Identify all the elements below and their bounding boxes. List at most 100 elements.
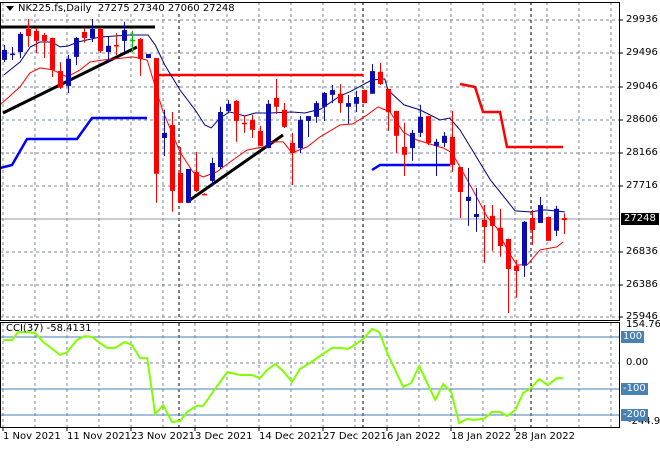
date-tick-label: 1 Nov 2021 [3,431,61,442]
candle [2,45,7,63]
candle [522,221,527,277]
candle [18,31,23,59]
candle-body [402,146,407,155]
candle [458,167,463,219]
candle-body [426,116,431,143]
price-tick-label: 27716 [626,180,658,191]
candle [146,53,151,59]
candle [426,115,431,146]
candle-body [90,29,95,38]
candle-body [50,37,55,70]
candle-body [410,132,415,149]
candle [194,151,199,193]
cci-zero-label: 0.00 [626,357,649,368]
candle-body [522,221,527,266]
candle-body [82,31,87,38]
candle [26,18,31,47]
date-tick-label: 23 Nov 2021 [131,431,196,442]
symbol-label: NK225.fs,Daily [18,3,92,14]
candle-body [498,227,503,246]
cci-indicator [0,327,619,425]
candle-body [218,112,223,168]
candle [306,116,311,137]
price-chart[interactable] [0,0,660,450]
candle [282,103,287,129]
candle-body [250,119,255,130]
candle-body [130,39,135,42]
price-tick-label: 29496 [626,47,658,58]
candle-body [306,116,311,121]
candle [226,100,231,113]
candle-body [282,109,287,127]
date-tick-label: 18 Jan 2022 [451,431,511,442]
candle [74,36,79,66]
candle-body [178,173,183,203]
candle-body [10,53,15,56]
candle-body [370,71,375,94]
candle-body [210,162,215,181]
candle-body [66,58,71,86]
candle-body [554,208,559,231]
candle [298,116,303,153]
candle-body [202,193,207,196]
candle-body [226,103,231,111]
candle [378,62,383,85]
date-tick-label: 28 Jan 2022 [515,431,575,442]
candle-body [506,238,511,270]
candle [154,58,159,203]
candle-body [138,39,143,59]
candle-body [170,125,175,191]
candle-body [442,135,447,143]
candle-body [482,219,487,228]
candle [554,205,559,236]
candle-body [258,130,263,146]
date-tick-label: 27 Dec 2021 [323,431,387,442]
price-tick-label: 28606 [626,114,658,125]
candle-body [42,34,47,41]
date-tick-label: 6 Jan 2022 [387,431,441,442]
candle [442,132,447,147]
price-tick-label: 29936 [626,14,658,25]
candle [490,205,495,251]
candle [370,63,375,94]
date-tick-label: 11 Nov 2021 [67,431,132,442]
candle [546,216,551,241]
cci-value: -58.4131 [46,323,92,334]
candle-body [290,142,295,153]
cci-level-minus200: -200 [621,409,648,421]
cci-max-label: 154.7623 [626,319,660,330]
candle [234,100,239,142]
candle-body [266,103,271,149]
candle [58,62,63,89]
candle-body [338,93,343,104]
candle [34,27,39,53]
candle-body [514,265,519,271]
current-price-label: 27248 [621,213,659,225]
candle-body [434,141,439,146]
candle [42,33,47,59]
candle [218,106,223,169]
candle-body [74,37,79,57]
candle [170,112,175,212]
candle [250,114,255,139]
candle [362,89,367,104]
dropdown-triangle-icon[interactable] [6,5,14,11]
candle-body [2,49,7,60]
cci-level-100: 100 [621,331,645,343]
candle [338,84,343,113]
support-step-line [371,163,450,172]
date-tick-label: 3 Dec 2021 [195,431,253,442]
candle [394,110,399,153]
candle-body [122,30,127,41]
candle-body [354,97,359,104]
candle-body [362,90,367,104]
moving-averages [0,34,565,266]
candle-body [538,205,543,223]
cci-level-minus100: -100 [621,383,648,395]
cci-line [3,327,564,425]
candle-body [114,45,119,47]
candle-body [530,218,535,230]
candle [538,196,543,223]
candle-body [298,119,303,149]
candle-body [162,132,167,139]
